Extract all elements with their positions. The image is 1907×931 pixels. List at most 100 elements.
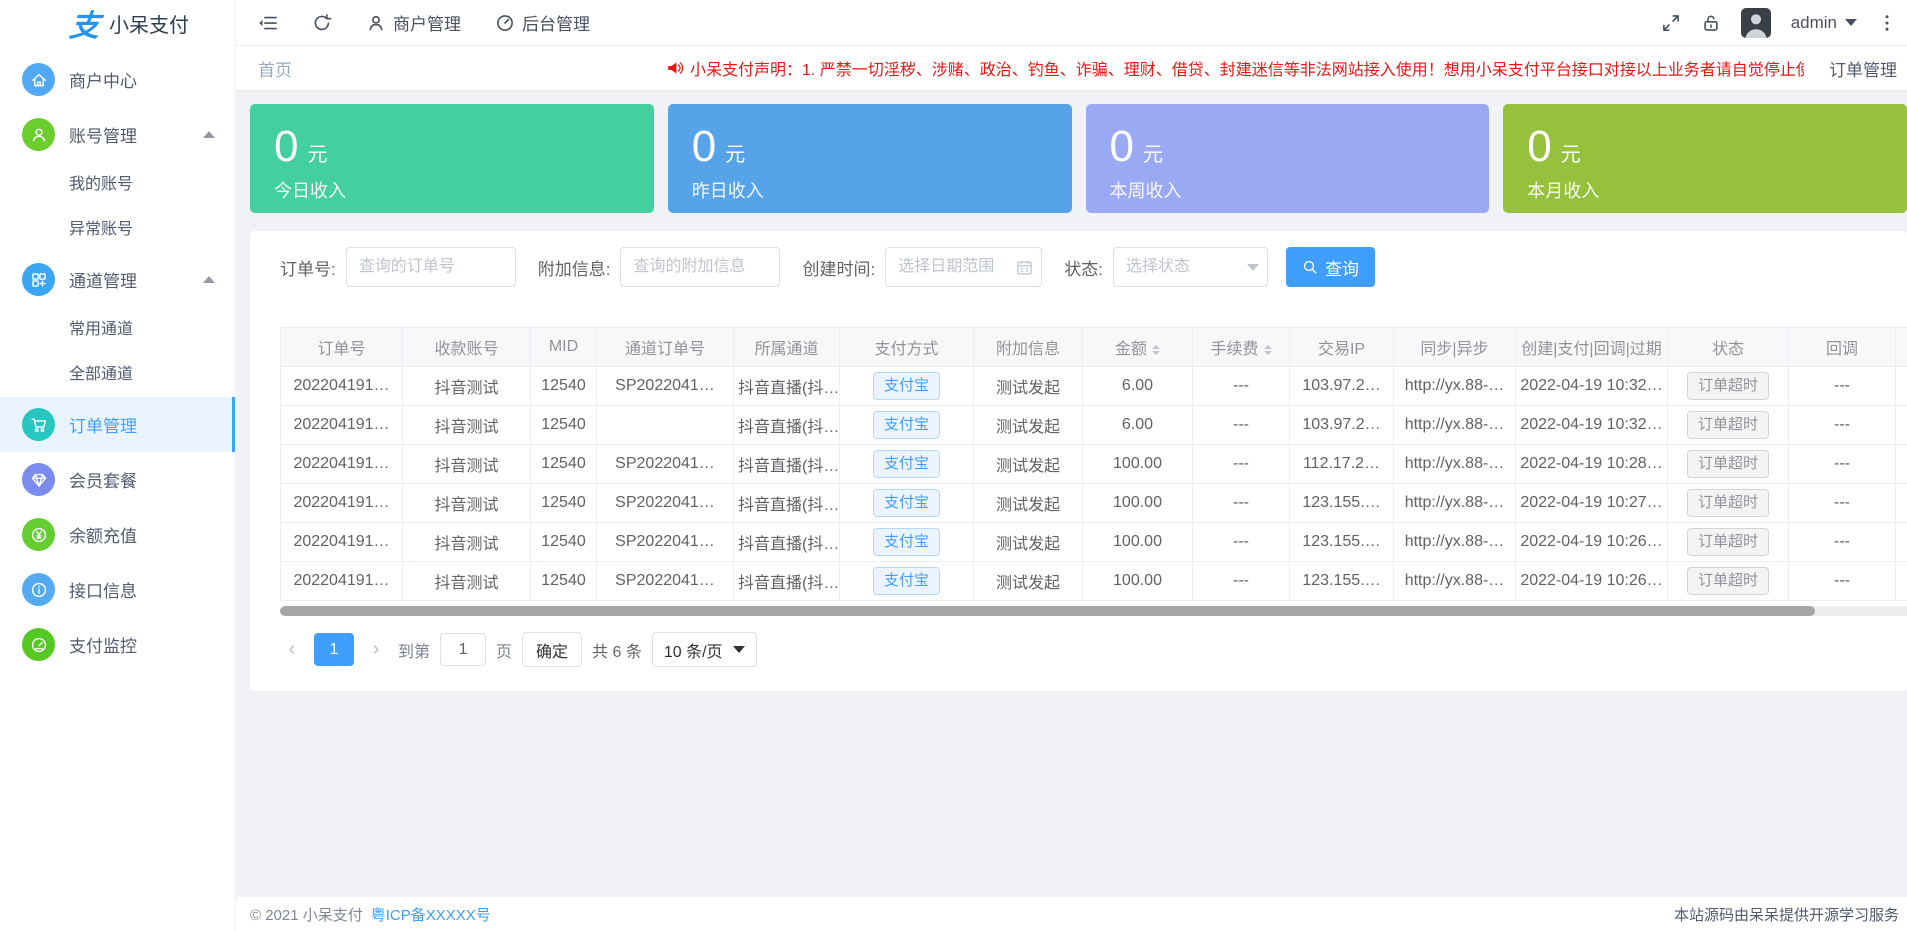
table-cell-channel: 抖音直播(抖… xyxy=(734,367,840,406)
prev-page-button[interactable]: ‹ xyxy=(280,638,304,661)
table-cell-created-paid-callback-expired: 2022-04-19 10:28… xyxy=(1516,445,1668,484)
sidebar-item-balance-recharge[interactable]: 余额充值 xyxy=(0,507,235,562)
column-header-pay-method: 支付方式 xyxy=(840,328,974,367)
confirm-button[interactable]: 确定 xyxy=(522,632,582,667)
cell-text: 抖音直播(抖… xyxy=(738,419,839,436)
card-unit: 元 xyxy=(1143,144,1163,166)
table-cell-extra-info: 测试发起 xyxy=(974,445,1083,484)
table-cell-status: 订单超时 xyxy=(1668,406,1789,445)
cell-text: --- xyxy=(1233,533,1249,550)
icp-link[interactable]: 粤ICP备XXXXX号 xyxy=(371,904,491,925)
user-icon xyxy=(366,13,386,33)
table-cell-order-no: 202204191… xyxy=(281,406,403,445)
sidebar-collapse-icon[interactable] xyxy=(258,13,278,33)
cell-text: 100.00 xyxy=(1113,572,1162,589)
sidebar-item-member-packages[interactable]: 会员套餐 xyxy=(0,452,235,507)
column-header-amount[interactable]: 金额 xyxy=(1083,328,1193,367)
table-cell-channel-order-no: SP2022041… xyxy=(597,367,734,406)
sort-carets-icon[interactable] xyxy=(1152,341,1160,359)
column-header-label: 订单号 xyxy=(317,341,365,358)
sidebar-item-payment-monitor[interactable]: 支付监控 xyxy=(0,617,235,672)
sidebar-item-label: 接口信息 xyxy=(69,577,137,602)
app-title: 小呆支付 xyxy=(109,9,189,38)
column-header-label: 金额 xyxy=(1115,341,1147,358)
sidebar-subitem-abnormal-account[interactable]: 异常账号 xyxy=(0,207,235,252)
sidebar-subitem-common-channels[interactable]: 常用通道 xyxy=(0,307,235,352)
cell-text: 123.155.… xyxy=(1302,533,1380,550)
status-select[interactable] xyxy=(1113,247,1268,287)
table-cell-extra xyxy=(1896,367,1907,406)
table-cell-sync-async: http://yx.88-… xyxy=(1394,445,1516,484)
sort-carets-icon[interactable] xyxy=(1264,341,1272,359)
card-unit: 元 xyxy=(725,144,745,166)
table-cell-status: 订单超时 xyxy=(1668,523,1789,562)
table-cell-pay-method: 支付宝 xyxy=(840,406,974,445)
horizontal-scrollbar[interactable] xyxy=(280,606,1907,616)
refresh-icon[interactable] xyxy=(312,13,332,33)
breadcrumb[interactable]: 首页 xyxy=(258,56,292,81)
fullscreen-icon[interactable] xyxy=(1661,13,1681,33)
nav-admin-management[interactable]: 后台管理 xyxy=(495,10,590,35)
merchant-center-icon xyxy=(22,63,55,96)
table-cell-created-paid-callback-expired: 2022-04-19 10:26… xyxy=(1516,523,1668,562)
jump-page-input[interactable] xyxy=(440,633,486,666)
table-cell-fee: --- xyxy=(1193,484,1290,523)
column-header-fee[interactable]: 手续费 xyxy=(1193,328,1290,367)
search-button[interactable]: 查询 xyxy=(1286,247,1375,287)
tab-order-management[interactable]: 订单管理 xyxy=(1829,56,1897,81)
cell-text: 100.00 xyxy=(1113,533,1162,550)
chevron-up-icon xyxy=(203,276,215,283)
sidebar-item-api-info[interactable]: 接口信息 xyxy=(0,562,235,617)
nav-merchant-management[interactable]: 商户管理 xyxy=(366,10,461,35)
filter-bar: 订单号: 附加信息: 创建时间: 状态: xyxy=(280,247,1907,287)
more-icon[interactable] xyxy=(1877,13,1897,33)
table-cell-channel: 抖音直播(抖… xyxy=(734,484,840,523)
table-cell-created-paid-callback-expired: 2022-04-19 10:32… xyxy=(1516,406,1668,445)
created-time-label: 创建时间: xyxy=(802,255,875,280)
scrollbar-thumb[interactable] xyxy=(280,606,1815,616)
cell-text: 抖音测试 xyxy=(434,458,498,475)
username: admin xyxy=(1791,13,1837,33)
extra-info-input[interactable] xyxy=(620,247,780,287)
status-tag: 订单超时 xyxy=(1687,450,1769,478)
status-tag: 订单超时 xyxy=(1687,528,1769,556)
cell-text: 抖音测试 xyxy=(434,419,498,436)
sidebar-item-label: 会员套餐 xyxy=(69,467,137,492)
cell-text: 2022-04-19 10:28… xyxy=(1520,455,1662,472)
table-cell-extra-info: 测试发起 xyxy=(974,406,1083,445)
sidebar-item-account-management[interactable]: 账号管理 xyxy=(0,107,235,162)
table-cell-fee: --- xyxy=(1193,523,1290,562)
order-no-input[interactable] xyxy=(346,247,516,287)
table-cell-order-no: 202204191… xyxy=(281,484,403,523)
avatar[interactable] xyxy=(1741,8,1771,38)
sidebar-item-merchant-center[interactable]: 商户中心 xyxy=(0,52,235,107)
sidebar-subitem-all-channels[interactable]: 全部通道 xyxy=(0,352,235,397)
table-cell-mid: 12540 xyxy=(531,406,597,445)
user-dropdown[interactable]: admin xyxy=(1791,13,1857,33)
app-logo: 支 小呆支付 xyxy=(0,0,235,46)
table-cell-callback: --- xyxy=(1789,484,1896,523)
column-header-extra xyxy=(1896,328,1907,367)
lock-icon[interactable] xyxy=(1701,13,1721,33)
page-number-button[interactable]: 1 xyxy=(314,633,354,666)
sidebar-item-order-management[interactable]: 订单管理 xyxy=(0,397,235,452)
cell-text: 123.155.… xyxy=(1302,494,1380,511)
sidebar-item-label: 账号管理 xyxy=(69,122,137,147)
next-page-button[interactable]: › xyxy=(364,638,388,661)
cell-text: --- xyxy=(1834,455,1850,472)
table-cell-trade-ip: 123.155.… xyxy=(1290,523,1394,562)
card-unit: 元 xyxy=(307,144,327,166)
cell-text: 抖音直播(抖… xyxy=(738,575,839,592)
page-size-select[interactable]: 10 条/页 xyxy=(652,632,757,667)
sidebar-subitem-my-account[interactable]: 我的账号 xyxy=(0,162,235,207)
cell-text: 测试发起 xyxy=(996,380,1060,397)
card-value: 0 xyxy=(274,122,298,171)
date-range-input[interactable] xyxy=(885,247,1042,287)
sidebar-item-channel-management[interactable]: 通道管理 xyxy=(0,252,235,307)
cell-text: 103.97.2… xyxy=(1302,416,1380,433)
table-cell-extra xyxy=(1896,445,1907,484)
table-cell-channel-order-no: SP2022041… xyxy=(597,562,734,601)
stat-card-month-income: 0元本月收入 xyxy=(1503,104,1907,213)
stat-card-week-income: 0元本周收入 xyxy=(1086,104,1490,213)
column-header-label: 交易IP xyxy=(1318,341,1365,358)
